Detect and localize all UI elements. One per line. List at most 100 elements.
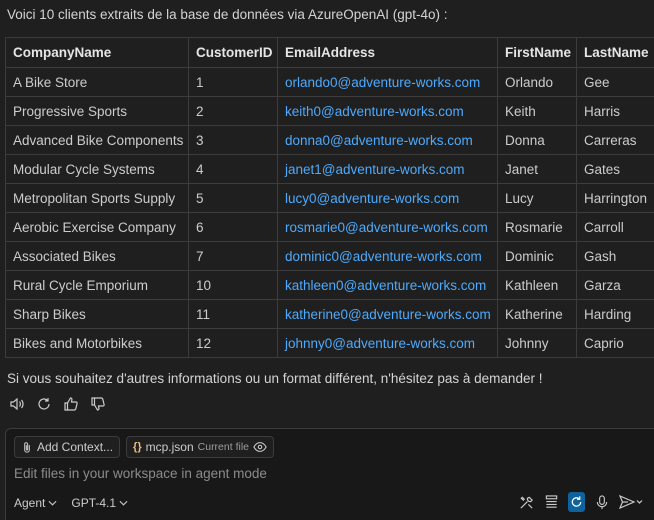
cell-last-name: Carroll bbox=[576, 212, 654, 242]
cell-customer-id: 6 bbox=[188, 212, 278, 242]
mode-label: Agent bbox=[14, 496, 46, 510]
cell-customer-id: 7 bbox=[188, 241, 278, 271]
speaker-icon[interactable] bbox=[8, 395, 25, 413]
cell-company-name: Bikes and Motorbikes bbox=[5, 328, 189, 358]
cell-first-name: Lucy bbox=[497, 183, 577, 213]
auto-approve-icon[interactable] bbox=[568, 492, 585, 512]
cell-last-name: Carreras bbox=[576, 125, 654, 155]
cell-company-name: Aerobic Exercise Company bbox=[5, 212, 189, 242]
chevron-down-icon bbox=[48, 500, 57, 506]
cell-first-name: Katherine bbox=[497, 299, 577, 329]
cell-last-name: Gee bbox=[576, 67, 654, 97]
cell-customer-id: 4 bbox=[188, 154, 278, 184]
table-row: Rural Cycle Emporium 10 kathleen0@adventur… bbox=[5, 270, 654, 300]
send-icon[interactable] bbox=[618, 492, 644, 512]
header-first-name: FirstName bbox=[497, 37, 577, 68]
queue-icon[interactable] bbox=[543, 492, 560, 512]
cell-first-name: Donna bbox=[497, 125, 577, 155]
cell-first-name: Johnny bbox=[497, 328, 577, 358]
header-company-name: CompanyName bbox=[5, 37, 189, 68]
cell-email-address[interactable]: keith0@adventure-works.com bbox=[277, 96, 498, 126]
table-row: Aerobic Exercise Company 6 rosmarie0@adven… bbox=[5, 212, 654, 242]
cell-customer-id: 10 bbox=[188, 270, 278, 300]
cell-customer-id: 1 bbox=[188, 67, 278, 97]
cell-company-name: Associated Bikes bbox=[5, 241, 189, 271]
cell-last-name: Harding bbox=[576, 299, 654, 329]
cell-first-name: Kathleen bbox=[497, 270, 577, 300]
cell-company-name: Advanced Bike Components bbox=[5, 125, 189, 155]
eye-icon[interactable] bbox=[253, 441, 267, 453]
table-row: Associated Bikes 7 dominic0@adventure-work… bbox=[5, 241, 654, 271]
model-label: GPT-4.1 bbox=[71, 496, 117, 510]
chevron-down-icon bbox=[119, 500, 128, 506]
table-row: A Bike Store 1 orlando0@adventure-works.co… bbox=[5, 67, 654, 97]
file-chip-name: mcp.json bbox=[145, 440, 194, 454]
thumbs-up-icon[interactable] bbox=[62, 395, 79, 413]
cell-email-address[interactable]: lucy0@adventure-works.com bbox=[277, 183, 498, 213]
cell-customer-id: 12 bbox=[188, 328, 278, 358]
cell-last-name: Harris bbox=[576, 96, 654, 126]
customers-table-container: CompanyName CustomerID EmailAddress Firs… bbox=[5, 37, 654, 358]
cell-customer-id: 3 bbox=[188, 125, 278, 155]
composer-tools bbox=[518, 492, 644, 512]
cell-first-name: Orlando bbox=[497, 67, 577, 97]
model-picker[interactable]: GPT-4.1 bbox=[71, 496, 128, 510]
chat-composer: Add Context... {} mcp.json Current file … bbox=[5, 428, 654, 520]
cell-first-name: Rosmarie bbox=[497, 212, 577, 242]
current-file-chip[interactable]: {} mcp.json Current file bbox=[126, 436, 274, 458]
chat-input[interactable]: Edit files in your workspace in agent mo… bbox=[14, 466, 267, 481]
cell-first-name: Dominic bbox=[497, 241, 577, 271]
retry-icon[interactable] bbox=[35, 395, 52, 413]
cell-company-name: Rural Cycle Emporium bbox=[5, 270, 189, 300]
cell-customer-id: 5 bbox=[188, 183, 278, 213]
response-outro-text: Si vous souhaitez d'autres informations … bbox=[7, 371, 543, 386]
composer-toolbar: Agent GPT-4.1 bbox=[14, 492, 646, 512]
context-chips: Add Context... {} mcp.json Current file bbox=[14, 436, 274, 458]
paperclip-icon bbox=[21, 441, 33, 454]
header-last-name: LastName bbox=[576, 37, 654, 68]
table-body: A Bike Store 1 orlando0@adventure-works.co… bbox=[5, 67, 654, 358]
table-row: Progressive Sports 2 keith0@adventure-work… bbox=[5, 96, 654, 126]
cell-last-name: Gates bbox=[576, 154, 654, 184]
cell-email-address[interactable]: janet1@adventure-works.com bbox=[277, 154, 498, 184]
cell-first-name: Keith bbox=[497, 96, 577, 126]
cell-company-name: Modular Cycle Systems bbox=[5, 154, 189, 184]
table-row: Advanced Bike Components 3 donna0@adventur… bbox=[5, 125, 654, 155]
table-header-row: CompanyName CustomerID EmailAddress Firs… bbox=[5, 37, 654, 68]
cell-company-name: A Bike Store bbox=[5, 67, 189, 97]
cell-email-address[interactable]: kathleen0@adventure-works.com bbox=[277, 270, 498, 300]
cell-company-name: Sharp Bikes bbox=[5, 299, 189, 329]
cell-last-name: Caprio bbox=[576, 328, 654, 358]
customers-table: CompanyName CustomerID EmailAddress Firs… bbox=[5, 37, 654, 358]
cell-email-address[interactable]: orlando0@adventure-works.com bbox=[277, 67, 498, 97]
json-file-icon: {} bbox=[133, 441, 142, 453]
cell-email-address[interactable]: rosmarie0@adventure-works.com bbox=[277, 212, 498, 242]
cell-last-name: Harrington bbox=[576, 183, 654, 213]
cell-last-name: Garza bbox=[576, 270, 654, 300]
cell-customer-id: 2 bbox=[188, 96, 278, 126]
header-email-address: EmailAddress bbox=[277, 37, 498, 68]
mode-picker[interactable]: Agent bbox=[14, 496, 57, 510]
table-row: Metropolitan Sports Supply 5 lucy0@adventu… bbox=[5, 183, 654, 213]
table-row: Sharp Bikes 11 katherine0@adventure-works.… bbox=[5, 299, 654, 329]
microphone-icon[interactable] bbox=[593, 492, 610, 512]
table-row: Modular Cycle Systems 4 janet1@adventure-w… bbox=[5, 154, 654, 184]
cell-email-address[interactable]: johnny0@adventure-works.com bbox=[277, 328, 498, 358]
add-context-button[interactable]: Add Context... bbox=[14, 436, 121, 458]
cell-email-address[interactable]: donna0@adventure-works.com bbox=[277, 125, 498, 155]
table-row: Bikes and Motorbikes 12 johnny0@adventure-… bbox=[5, 328, 654, 358]
cell-company-name: Progressive Sports bbox=[5, 96, 189, 126]
add-context-label: Add Context... bbox=[37, 440, 114, 454]
cell-last-name: Gash bbox=[576, 241, 654, 271]
message-actions bbox=[8, 395, 106, 413]
header-customer-id: CustomerID bbox=[188, 37, 278, 68]
cell-customer-id: 11 bbox=[188, 299, 278, 329]
cell-company-name: Metropolitan Sports Supply bbox=[5, 183, 189, 213]
tools-icon[interactable] bbox=[518, 492, 535, 512]
file-chip-sub: Current file bbox=[197, 441, 249, 453]
cell-email-address[interactable]: dominic0@adventure-works.com bbox=[277, 241, 498, 271]
thumbs-down-icon[interactable] bbox=[89, 395, 106, 413]
response-intro-text: Voici 10 clients extraits de la base de … bbox=[7, 7, 448, 22]
cell-email-address[interactable]: katherine0@adventure-works.com bbox=[277, 299, 498, 329]
cell-first-name: Janet bbox=[497, 154, 577, 184]
